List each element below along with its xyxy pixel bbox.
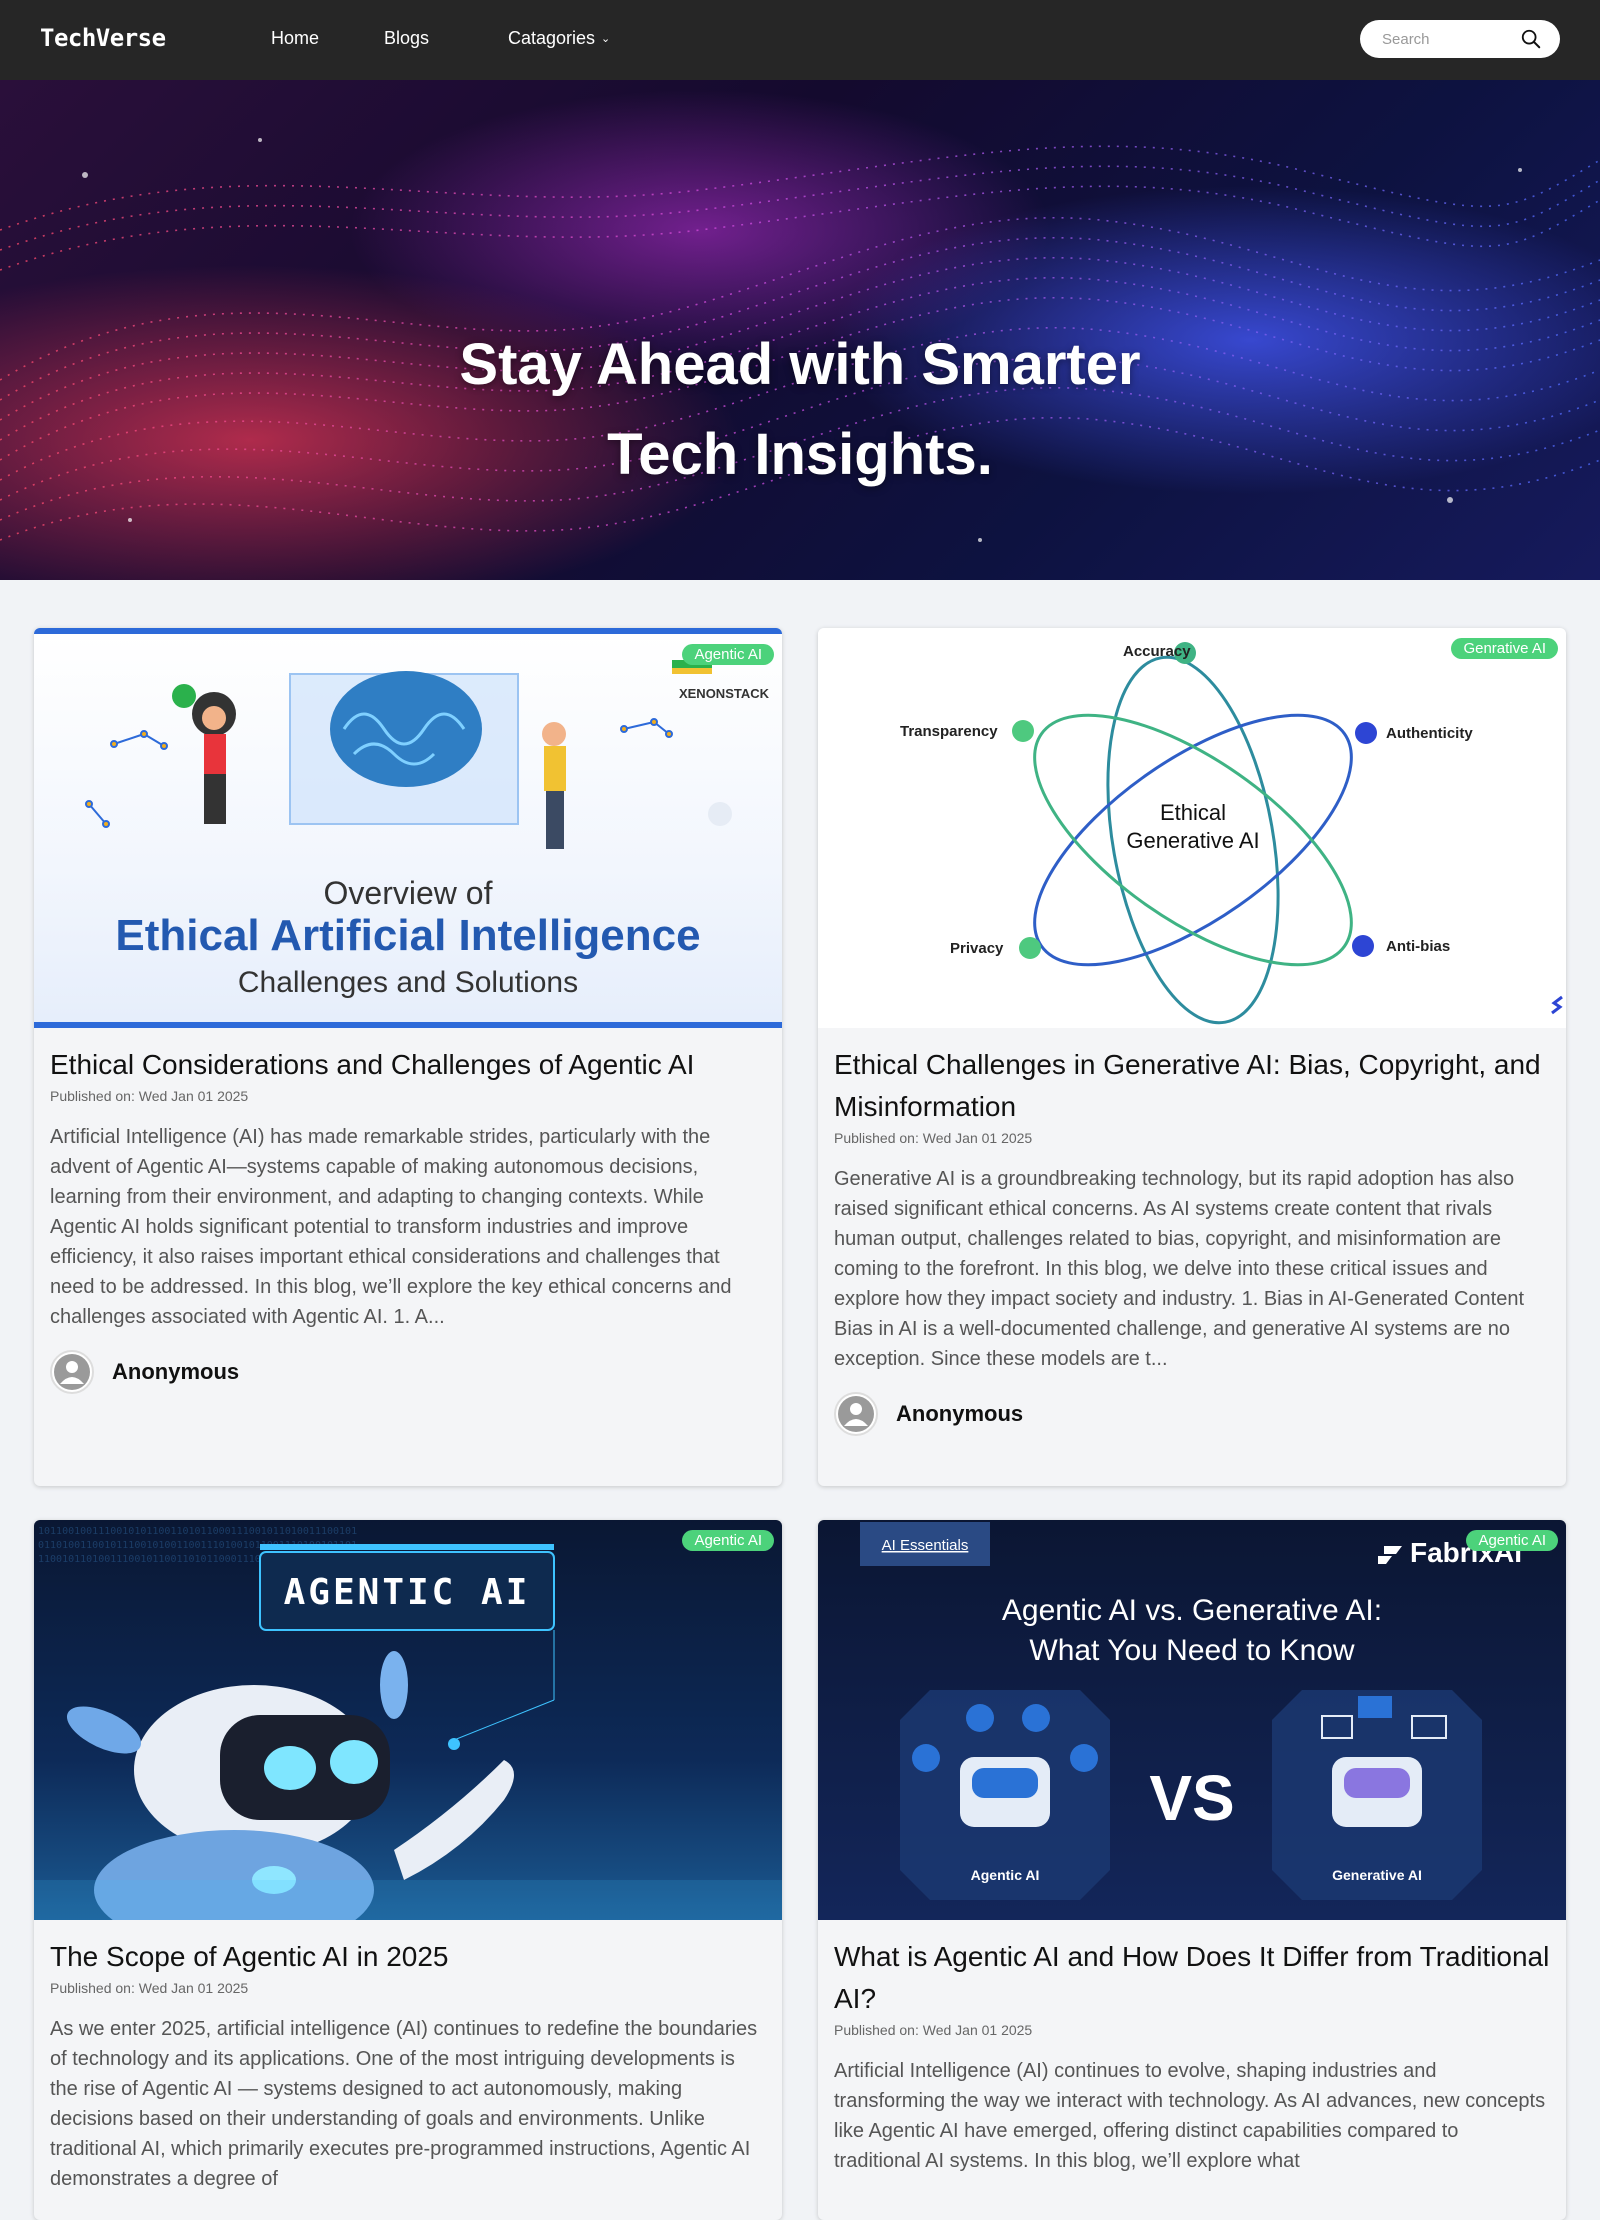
ethical-genai-diagram: Accuracy Transparency Authenticity Priva… (900, 642, 1563, 1025)
agentic-vs-generative-illustration: AI Essentials FabrixAI Agentic AI vs. Ge… (860, 1522, 1522, 1900)
author-row: Anonymous (50, 1332, 766, 1412)
blog-card-title[interactable]: Ethical Challenges in Generative AI: Bia… (834, 1044, 1550, 1128)
nav-categories-label: Catagories (508, 28, 596, 48)
hero-title-line2: Tech Insights. (607, 422, 993, 487)
blog-card-body: What is Agentic AI and How Does It Diffe… (818, 1920, 1566, 2176)
hero-banner: Stay Ahead with Smarter Tech Insights. (0, 80, 1600, 580)
banner-text: AGENTIC AI (284, 1572, 531, 1613)
label-authenticity: Authenticity (1386, 725, 1473, 742)
blog-card-excerpt: Artificial Intelligence (AI) continues t… (834, 2060, 1546, 2172)
author-name: Anonymous (896, 1401, 1024, 1426)
nav-blogs-link[interactable]: Blogs (384, 28, 429, 49)
image-heading2: What You Need to Know (1029, 1634, 1355, 1667)
avatar (50, 1350, 94, 1394)
search-input[interactable] (1380, 29, 1524, 49)
chevron-down-icon: ⌄ (601, 33, 611, 45)
blog-card[interactable]: 1011001001110010101100110101100011100101… (34, 1520, 782, 2220)
publish-date: Published on: Wed Jan 01 2025 (834, 1130, 1033, 1146)
blog-card-image[interactable]: Accuracy Transparency Authenticity Priva… (818, 628, 1566, 1028)
publish-date: Published on: Wed Jan 01 2025 (50, 1980, 249, 1996)
robot-illustration: 1011001001110010101100110101100011100101… (34, 1526, 782, 1920)
publish-date: Published on: Wed Jan 01 2025 (834, 2022, 1033, 2038)
image-line1: Overview of (324, 875, 493, 911)
blog-card-title[interactable]: What is Agentic AI and How Does It Diffe… (834, 1936, 1550, 2020)
blog-card-excerpt: As we enter 2025, artificial intelligenc… (50, 2018, 758, 2190)
user-icon (838, 1396, 874, 1432)
brand-logo[interactable]: TechVerse (40, 24, 166, 52)
blog-card[interactable]: Accuracy Transparency Authenticity Priva… (818, 628, 1566, 1486)
avatar (834, 1392, 878, 1436)
svg-text:101100100111001010110011010110: 1011001001110010101100110101100011100101… (38, 1526, 357, 1537)
blog-card-excerpt: Generative AI is a groundbreaking techno… (834, 1168, 1524, 1370)
nav-categories-dropdown[interactable]: Catagories ⌄ (508, 28, 610, 49)
category-badge[interactable]: Agentic AI (682, 1530, 774, 1551)
blog-card-body: Ethical Considerations and Challenges of… (34, 1028, 782, 1412)
ai-essentials-tag: AI Essentials (882, 1537, 969, 1554)
blog-card-image[interactable]: AI Essentials FabrixAI Agentic AI vs. Ge… (818, 1520, 1566, 1920)
publish-date: Published on: Wed Jan 01 2025 (50, 1088, 249, 1104)
hero-title-line1: Stay Ahead with Smarter (459, 332, 1141, 397)
blog-card-image[interactable]: 1011001001110010101100110101100011100101… (34, 1520, 782, 1920)
author-row: Anonymous (834, 1374, 1550, 1454)
label-antibias: Anti-bias (1386, 938, 1450, 955)
vs-text: VS (1149, 1762, 1234, 1834)
hero-title: Stay Ahead with Smarter Tech Insights. (0, 320, 1600, 500)
category-badge[interactable]: Agentic AI (682, 644, 774, 665)
search-icon[interactable] (1520, 28, 1542, 50)
blog-card-title[interactable]: Ethical Considerations and Challenges of… (50, 1044, 766, 1086)
generative-label: Generative AI (1332, 1867, 1422, 1883)
category-badge[interactable]: Agentic AI (1466, 1530, 1558, 1551)
xenonstack-logo: XENONSTACK (679, 686, 770, 701)
blog-card-excerpt: Artificial Intelligence (AI) has made re… (50, 1126, 732, 1328)
blog-card-body: The Scope of Agentic AI in 2025 Publishe… (34, 1920, 782, 2194)
blog-card-title[interactable]: The Scope of Agentic AI in 2025 (50, 1936, 766, 1978)
blog-card-image[interactable]: XENONSTACK Overview of Ethical Artificia… (34, 628, 782, 1028)
label-privacy: Privacy (950, 940, 1004, 957)
label-transparency: Transparency (900, 723, 998, 740)
image-line2: Ethical Artificial Intelligence (115, 911, 700, 960)
top-navbar: TechVerse Home Blogs Catagories ⌄ (0, 0, 1600, 80)
image-line3: Challenges and Solutions (238, 966, 578, 999)
nav-home-link[interactable]: Home (271, 28, 319, 49)
center-line2: Generative AI (1126, 828, 1259, 853)
center-line1: Ethical (1160, 800, 1226, 825)
image-heading1: Agentic AI vs. Generative AI: (1002, 1594, 1382, 1627)
blog-card-body: Ethical Challenges in Generative AI: Bia… (818, 1028, 1566, 1454)
ethical-ai-illustration: XENONSTACK Overview of Ethical Artificia… (85, 660, 770, 999)
blog-card[interactable]: XENONSTACK Overview of Ethical Artificia… (34, 628, 782, 1486)
search-box (1360, 20, 1560, 58)
category-badge[interactable]: Genrative AI (1451, 638, 1558, 659)
user-icon (54, 1354, 90, 1390)
agentic-label: Agentic AI (971, 1867, 1040, 1883)
label-accuracy: Accuracy (1123, 643, 1191, 660)
brand-corner-icon (1551, 995, 1563, 1015)
author-name: Anonymous (112, 1359, 240, 1384)
blog-card[interactable]: AI Essentials FabrixAI Agentic AI vs. Ge… (818, 1520, 1566, 2220)
